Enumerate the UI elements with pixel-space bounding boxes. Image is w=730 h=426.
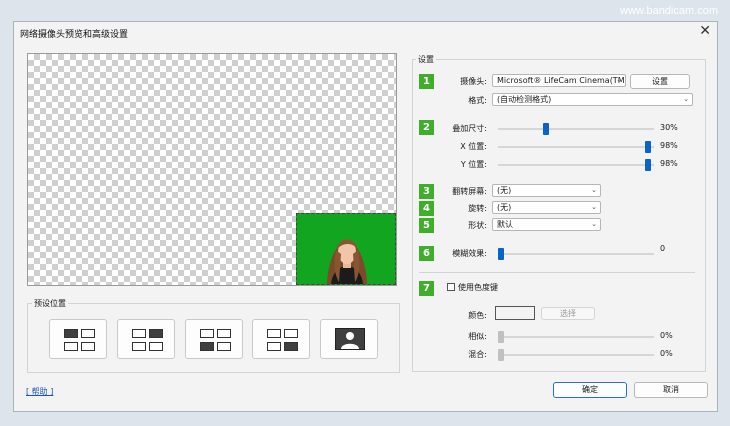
rotate-select[interactable]: (无) ⌄ [492, 201, 601, 214]
x-position-slider[interactable] [498, 141, 654, 153]
similarity-slider[interactable] [498, 331, 654, 343]
shape-select[interactable]: 默认 ⌄ [492, 218, 601, 231]
blur-label: 模糊效果: [452, 249, 487, 258]
y-position-thumb[interactable] [645, 159, 651, 171]
blend-label: 混合: [468, 350, 487, 359]
webcam-overlay[interactable] [296, 213, 396, 285]
chevron-down-icon: ⌄ [591, 203, 597, 211]
preset-top-left-button[interactable] [49, 319, 107, 359]
preset-group-label: 预设位置 [32, 298, 68, 309]
y-position-slider[interactable] [498, 159, 654, 171]
format-value: (自动检测格式) [497, 95, 552, 104]
ok-button[interactable]: 确定 [553, 382, 627, 398]
preset-bottom-right-button[interactable] [252, 319, 310, 359]
overlay-size-value: 30% [660, 123, 678, 132]
choose-color-button[interactable]: 选择 [541, 307, 595, 320]
y-position-label: Y 位置: [460, 160, 487, 169]
blur-thumb[interactable] [498, 248, 504, 260]
flip-select[interactable]: (无) ⌄ [492, 184, 601, 197]
color-label: 颜色: [468, 311, 487, 320]
chevron-down-icon: ⌄ [683, 95, 689, 103]
format-label: 格式: [468, 96, 487, 105]
blend-value: 0% [660, 349, 673, 358]
rotate-value: (无) [497, 203, 512, 212]
close-icon[interactable]: ✕ [699, 23, 711, 39]
overlay-size-slider[interactable] [498, 123, 654, 135]
x-position-thumb[interactable] [645, 141, 651, 153]
flip-value: (无) [497, 186, 512, 195]
preset-fullscreen-button[interactable] [320, 319, 378, 359]
preset-position-group: 预设位置 [27, 298, 400, 373]
similarity-label: 相似: [468, 332, 487, 341]
rotate-label: 旋转: [468, 204, 487, 213]
chroma-key-label: 使用色度键 [458, 283, 498, 292]
shape-value: 默认 [497, 220, 513, 229]
camera-value: Microsoft® LifeCam Cinema(TM) [497, 76, 626, 85]
settings-group-label: 设置 [416, 54, 436, 65]
webcam-preview [27, 53, 397, 286]
chevron-down-icon: ⌄ [591, 220, 597, 228]
flip-label: 翻转屏幕: [452, 187, 487, 196]
section-divider [419, 272, 695, 273]
camera-settings-button[interactable]: 设置 [630, 74, 690, 89]
step-badge-7: 7 [419, 281, 434, 296]
preset-top-right-button[interactable] [117, 319, 175, 359]
blur-slider[interactable] [498, 248, 654, 260]
camera-label: 摄像头: [460, 77, 487, 86]
x-position-value: 98% [660, 141, 678, 150]
similarity-thumb[interactable] [498, 331, 504, 343]
y-position-value: 98% [660, 159, 678, 168]
settings-group: 设置 1 2 3 4 5 6 7 摄像头: Microsoft® LifeCam… [412, 54, 706, 372]
person-image [327, 239, 367, 284]
preset-bottom-left-button[interactable] [185, 319, 243, 359]
x-position-label: X 位置: [460, 142, 487, 151]
fullscreen-person-icon [335, 328, 365, 350]
dialog-title: 网络摄像头预览和高级设置 [20, 30, 129, 40]
blend-thumb[interactable] [498, 349, 504, 361]
blur-value: 0 [660, 244, 666, 253]
chroma-key-checkbox[interactable] [447, 283, 455, 291]
camera-select[interactable]: Microsoft® LifeCam Cinema(TM) ⌄ [492, 74, 626, 87]
overlay-size-label: 叠加尺寸: [452, 124, 487, 133]
format-select[interactable]: (自动检测格式) ⌄ [492, 93, 693, 106]
similarity-value: 0% [660, 331, 673, 340]
color-swatch[interactable] [495, 306, 535, 320]
settings-dialog: 网络摄像头预览和高级设置 ✕ 预设位置 设置 1 2 3 4 5 6 7 摄像头… [13, 21, 718, 412]
chevron-down-icon: ⌄ [591, 186, 597, 194]
help-link[interactable]: [ 帮助 ] [26, 386, 53, 397]
shape-label: 形状: [468, 221, 487, 230]
chevron-down-icon: ⌄ [616, 76, 622, 84]
cancel-button[interactable]: 取消 [634, 382, 708, 398]
watermark: www.bandicam.com [620, 5, 718, 17]
blend-slider[interactable] [498, 349, 654, 361]
overlay-size-thumb[interactable] [543, 123, 549, 135]
